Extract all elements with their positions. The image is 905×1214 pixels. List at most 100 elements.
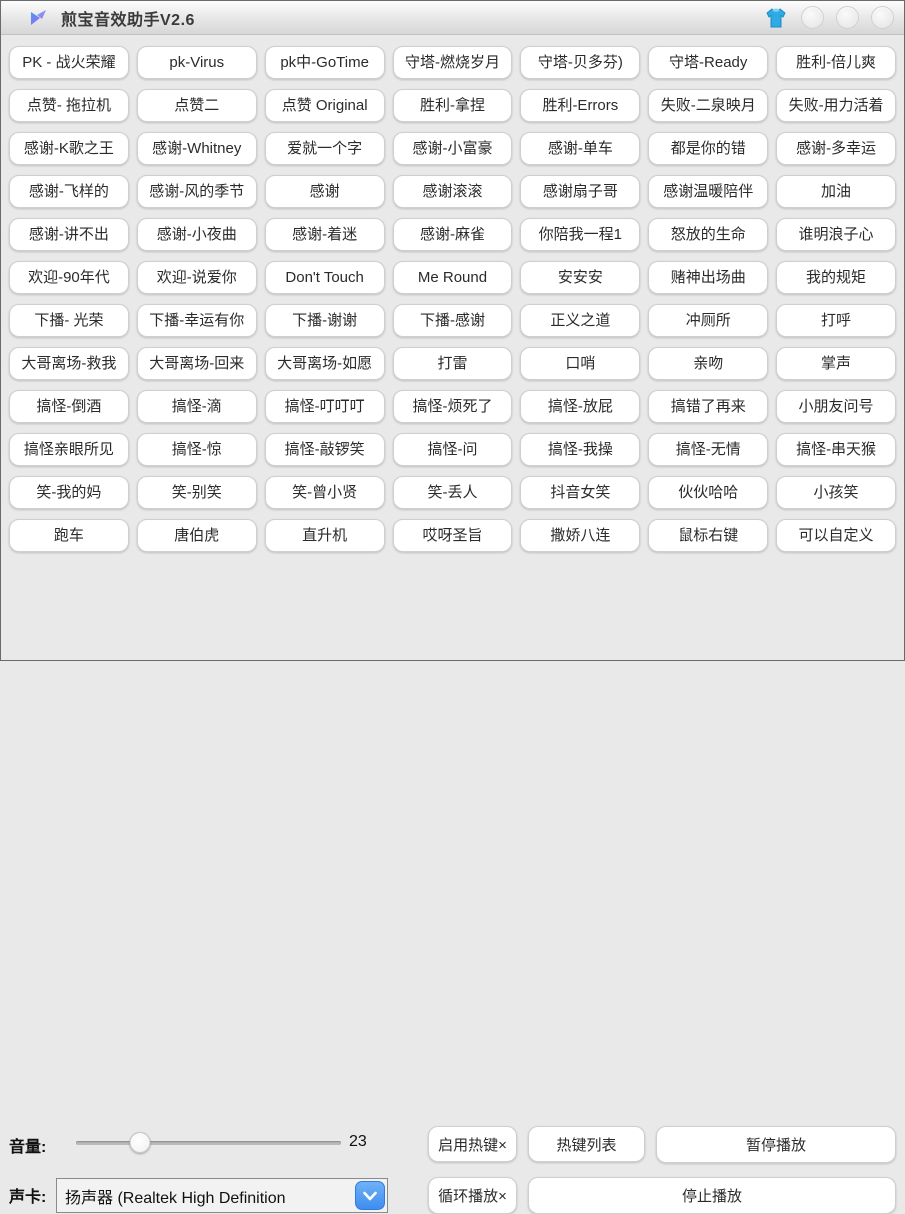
sound-button[interactable]: 大哥离场-如愿 [265, 347, 385, 380]
volume-slider[interactable] [76, 1131, 341, 1155]
sound-button[interactable]: 感谢-风的季节 [137, 175, 257, 208]
sound-button[interactable]: 感谢-着迷 [265, 218, 385, 251]
sound-button[interactable]: 搞怪-烦死了 [393, 390, 513, 423]
sound-button[interactable]: 感谢-小夜曲 [137, 218, 257, 251]
stop-playback-button[interactable]: 停止播放 [528, 1177, 896, 1214]
sound-button[interactable]: 搞怪-滴 [137, 390, 257, 423]
sound-button[interactable]: 笑-丢人 [393, 476, 513, 509]
sound-button[interactable]: 胜利-拿捏 [393, 89, 513, 122]
sound-button[interactable]: 大哥离场-回来 [137, 347, 257, 380]
sound-button[interactable]: 下播- 光荣 [9, 304, 129, 337]
sound-button[interactable]: 感谢 [265, 175, 385, 208]
sound-button[interactable]: 搞怪-惊 [137, 433, 257, 466]
sound-button[interactable]: 我的规矩 [776, 261, 896, 294]
app-logo-icon [29, 8, 49, 28]
sound-button[interactable]: 感谢滚滚 [393, 175, 513, 208]
sound-button[interactable]: 直升机 [265, 519, 385, 552]
sound-button[interactable]: 亲吻 [648, 347, 768, 380]
sound-button[interactable]: 感谢-K歌之王 [9, 132, 129, 165]
close-button[interactable] [871, 6, 894, 29]
sound-button[interactable]: 守塔-Ready [648, 46, 768, 79]
sound-button[interactable]: 撒娇八连 [520, 519, 640, 552]
sound-button[interactable]: 爱就一个字 [265, 132, 385, 165]
sound-button[interactable]: 搞怪亲眼所见 [9, 433, 129, 466]
sound-button[interactable]: 下播-感谢 [393, 304, 513, 337]
sound-button[interactable]: 搞怪-敲锣笑 [265, 433, 385, 466]
sound-button[interactable]: 点赞- 拖拉机 [9, 89, 129, 122]
sound-button[interactable]: 大哥离场-救我 [9, 347, 129, 380]
sound-button[interactable]: 感谢扇子哥 [520, 175, 640, 208]
sound-button[interactable]: PK - 战火荣耀 [9, 46, 129, 79]
loop-playback-button[interactable]: 循环播放× [428, 1177, 517, 1214]
sound-button[interactable]: 下播-谢谢 [265, 304, 385, 337]
sound-button[interactable]: 胜利-倍儿爽 [776, 46, 896, 79]
enable-hotkey-button[interactable]: 启用热键× [428, 1126, 517, 1162]
sound-button[interactable]: 点赞二 [137, 89, 257, 122]
sound-button[interactable]: 感谢-飞样的 [9, 175, 129, 208]
sound-button-grid: PK - 战火荣耀pk-Viruspk中-GoTime守塔-燃烧岁月守塔-贝多芬… [1, 35, 904, 560]
sound-button[interactable]: 搞怪-无情 [648, 433, 768, 466]
sound-button[interactable]: 搞错了再来 [648, 390, 768, 423]
sound-button[interactable]: 守塔-贝多芬) [520, 46, 640, 79]
sound-button[interactable]: 失败-用力活着 [776, 89, 896, 122]
sound-button[interactable]: 你陪我一程1 [520, 218, 640, 251]
soundcard-select[interactable]: 扬声器 (Realtek High Definition [56, 1178, 388, 1213]
sound-button[interactable]: Me Round [393, 261, 513, 294]
maximize-button[interactable] [836, 6, 859, 29]
chevron-down-icon[interactable] [355, 1181, 385, 1210]
minimize-button[interactable] [801, 6, 824, 29]
sound-button[interactable]: 谁明浪子心 [776, 218, 896, 251]
sound-button[interactable]: 点赞 Original [265, 89, 385, 122]
sound-button[interactable]: 感谢-Whitney [137, 132, 257, 165]
sound-button[interactable]: pk-Virus [137, 46, 257, 79]
sound-button[interactable]: 加油 [776, 175, 896, 208]
sound-button[interactable]: 可以自定义 [776, 519, 896, 552]
sound-button[interactable]: 小孩笑 [776, 476, 896, 509]
sound-button[interactable]: 正义之道 [520, 304, 640, 337]
sound-button[interactable]: 感谢-小富豪 [393, 132, 513, 165]
sound-button[interactable]: 笑-别笑 [137, 476, 257, 509]
volume-slider-thumb[interactable] [129, 1132, 150, 1153]
sound-button[interactable]: 伙伙哈哈 [648, 476, 768, 509]
sound-button[interactable]: 赌神出场曲 [648, 261, 768, 294]
sound-button[interactable]: 搞怪-我操 [520, 433, 640, 466]
sound-button[interactable]: 冲厕所 [648, 304, 768, 337]
sound-button[interactable]: 怒放的生命 [648, 218, 768, 251]
sound-button[interactable]: 感谢-多幸运 [776, 132, 896, 165]
sound-button[interactable]: 打雷 [393, 347, 513, 380]
sound-button[interactable]: 笑-我的妈 [9, 476, 129, 509]
sound-button[interactable]: 搞怪-放屁 [520, 390, 640, 423]
sound-button[interactable]: 小朋友问号 [776, 390, 896, 423]
hotkey-list-button[interactable]: 热键列表 [528, 1126, 645, 1162]
sound-button[interactable]: 欢迎-90年代 [9, 261, 129, 294]
sound-button[interactable]: 口哨 [520, 347, 640, 380]
sound-button[interactable]: 搞怪-倒酒 [9, 390, 129, 423]
sound-button[interactable]: 感谢-麻雀 [393, 218, 513, 251]
sound-button[interactable]: 搞怪-问 [393, 433, 513, 466]
sound-button[interactable]: Don't Touch [265, 261, 385, 294]
sound-button[interactable]: 感谢-讲不出 [9, 218, 129, 251]
sound-button[interactable]: 抖音女笑 [520, 476, 640, 509]
sound-button[interactable]: 感谢温暖陪伴 [648, 175, 768, 208]
sound-button[interactable]: 哎呀圣旨 [393, 519, 513, 552]
sound-button[interactable]: 掌声 [776, 347, 896, 380]
sound-button[interactable]: 失败-二泉映月 [648, 89, 768, 122]
sound-button[interactable]: 下播-幸运有你 [137, 304, 257, 337]
sound-button[interactable]: 跑车 [9, 519, 129, 552]
pause-playback-button[interactable]: 暂停播放 [656, 1126, 896, 1163]
sound-button[interactable]: 都是你的错 [648, 132, 768, 165]
sound-button[interactable]: 欢迎-说爱你 [137, 261, 257, 294]
sound-button[interactable]: 搞怪-叮叮叮 [265, 390, 385, 423]
sound-button[interactable]: 打呼 [776, 304, 896, 337]
sound-button[interactable]: 鼠标右键 [648, 519, 768, 552]
sound-button[interactable]: 安安安 [520, 261, 640, 294]
skin-shirt-icon[interactable] [763, 6, 789, 30]
sound-button[interactable]: 胜利-Errors [520, 89, 640, 122]
sound-button[interactable]: 守塔-燃烧岁月 [393, 46, 513, 79]
sound-button[interactable]: pk中-GoTime [265, 46, 385, 79]
sound-button[interactable]: 搞怪-串天猴 [776, 433, 896, 466]
sound-button[interactable]: 笑-曾小贤 [265, 476, 385, 509]
sound-button[interactable]: 感谢-单车 [520, 132, 640, 165]
sound-button[interactable]: 唐伯虎 [137, 519, 257, 552]
soundcard-label: 声卡: [9, 1183, 46, 1207]
